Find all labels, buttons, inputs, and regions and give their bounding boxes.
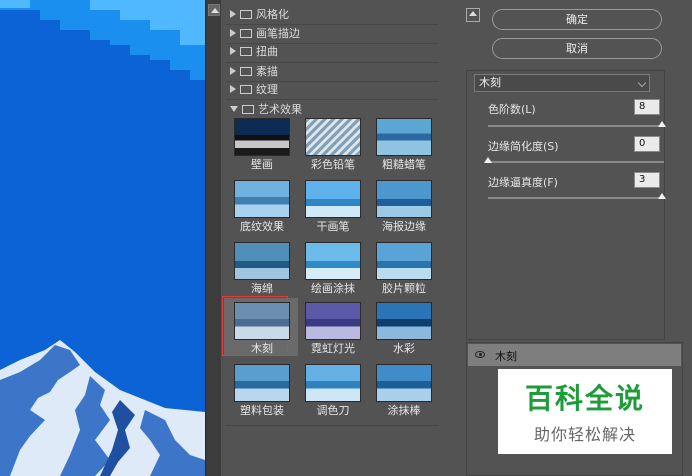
eye-icon[interactable] <box>475 351 485 358</box>
slider-levels[interactable] <box>488 125 664 127</box>
folder-open-icon <box>242 104 254 114</box>
filter-label: 海绵 <box>251 282 273 295</box>
filter-label: 海报边缘 <box>382 220 426 233</box>
filter-thumb-colored-pencil[interactable] <box>305 118 361 156</box>
filter-label: 调色刀 <box>316 404 350 417</box>
folder-icon <box>240 66 252 76</box>
folder-icon <box>240 46 252 56</box>
folder-stylize[interactable]: 风格化 <box>230 5 289 23</box>
filter-label: 干画笔 <box>316 220 350 233</box>
filter-thumb-sponge[interactable] <box>234 242 290 280</box>
watermark-subtitle: 助你轻松解决 <box>533 425 636 444</box>
folder-label: 艺术效果 <box>258 103 302 116</box>
filter-label: 胶片颗粒 <box>382 282 426 295</box>
filter-label: 粗糙蜡笔 <box>382 158 426 171</box>
filter-label: 塑料包装 <box>240 404 284 417</box>
slider-edge-simplicity[interactable] <box>488 161 664 163</box>
folder-label: 素描 <box>256 65 278 78</box>
expand-arrow-icon <box>230 85 236 93</box>
param-label-levels: 色阶数(L) <box>488 103 536 116</box>
filter-thumb-cutout[interactable] <box>234 302 290 340</box>
filter-thumb-dry-brush[interactable] <box>305 180 361 218</box>
param-label-edge-fidelity: 边缘逼真度(F) <box>488 176 558 189</box>
folder-label: 画笔描边 <box>256 27 300 40</box>
filter-label: 底纹效果 <box>240 220 284 233</box>
param-label-edge-simplicity: 边缘简化度(S) <box>488 140 559 153</box>
filter-thumb-paint-daubs[interactable] <box>305 242 361 280</box>
folder-icon <box>240 9 252 19</box>
filter-thumb-fresco[interactable] <box>234 118 290 156</box>
expand-arrow-icon <box>230 10 236 18</box>
filter-label: 木刻 <box>251 342 273 355</box>
folder-brush-strokes[interactable]: 画笔描边 <box>230 24 300 42</box>
scroll-up-arrow-icon[interactable] <box>208 4 220 16</box>
folder-icon <box>240 28 252 38</box>
slider-knob-edge-simplicity[interactable] <box>484 157 492 163</box>
effect-layer-label: 木刻 <box>495 350 517 363</box>
folder-label: 纹理 <box>256 83 278 96</box>
filter-thumb-smudge-stick[interactable] <box>376 364 432 402</box>
cancel-button[interactable]: 取消 <box>492 38 662 59</box>
collapse-gallery-icon[interactable] <box>466 8 480 22</box>
chevron-down-icon <box>637 78 647 88</box>
filter-thumb-plastic-wrap[interactable] <box>234 364 290 402</box>
filter-label: 壁画 <box>251 158 273 171</box>
settings-panel: 确定 取消 木刻 色阶数(L) 8 边缘简化度(S) 0 边缘逼真度(F) 3 … <box>462 0 692 476</box>
folder-texture[interactable]: 纹理 <box>230 80 278 98</box>
param-input-edge-simplicity[interactable]: 0 <box>634 136 660 152</box>
folder-artistic[interactable]: 艺术效果 <box>230 100 302 118</box>
preview-scrollbar[interactable] <box>205 0 221 476</box>
filter-thumb-rough-pastels[interactable] <box>376 118 432 156</box>
effect-layers-panel: 木刻 百科全说 助你轻松解决 <box>466 342 683 476</box>
expand-arrow-icon <box>230 47 236 55</box>
filter-select-value: 木刻 <box>479 76 501 89</box>
slider-edge-fidelity[interactable] <box>488 197 664 199</box>
preview-canvas[interactable] <box>0 0 205 476</box>
filter-thumb-neon-glow[interactable] <box>305 302 361 340</box>
collapse-arrow-icon <box>230 106 238 112</box>
param-input-edge-fidelity[interactable]: 3 <box>634 172 660 188</box>
folder-label: 风格化 <box>256 8 289 21</box>
expand-arrow-icon <box>230 67 236 75</box>
filter-thumb-poster-edges[interactable] <box>376 180 432 218</box>
filter-thumb-watercolor[interactable] <box>376 302 432 340</box>
ok-button[interactable]: 确定 <box>492 9 662 30</box>
watermark-title: 百科全说 <box>524 382 645 415</box>
folder-label: 扭曲 <box>256 45 278 58</box>
filter-label: 霓虹灯光 <box>311 342 355 355</box>
filter-thumb-film-grain[interactable] <box>376 242 432 280</box>
filter-label: 绘画涂抹 <box>311 282 355 295</box>
param-input-levels[interactable]: 8 <box>634 99 660 115</box>
slider-knob-levels[interactable] <box>658 121 666 127</box>
slider-knob-edge-fidelity[interactable] <box>658 193 666 199</box>
filter-label: 彩色铅笔 <box>311 158 355 171</box>
watermark: 百科全说 助你轻松解决 <box>498 369 672 454</box>
filter-label: 水彩 <box>393 342 415 355</box>
folder-icon <box>240 84 252 94</box>
effect-layer-item[interactable]: 木刻 <box>468 344 681 366</box>
filter-gallery: 风格化 画笔描边 扭曲 素描 纹理 艺术效果 壁画 彩色铅笔 粗糙蜡笔 底纹效果 <box>222 0 440 476</box>
gallery-empty-area <box>226 425 438 476</box>
filter-thumb-palette-knife[interactable] <box>305 364 361 402</box>
filter-label: 涂抹棒 <box>387 404 421 417</box>
filter-select[interactable]: 木刻 <box>474 74 650 92</box>
filter-thumb-underpainting[interactable] <box>234 180 290 218</box>
folder-sketch[interactable]: 素描 <box>230 62 278 80</box>
expand-arrow-icon <box>230 29 236 37</box>
folder-distort[interactable]: 扭曲 <box>230 42 278 60</box>
